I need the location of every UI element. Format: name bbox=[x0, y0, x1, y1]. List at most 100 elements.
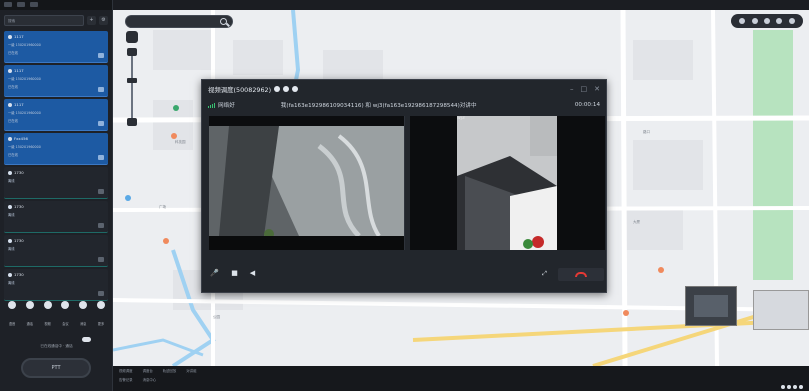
contact-item[interactable]: Fxx456 一级 150201960000 已在线 bbox=[4, 133, 108, 165]
contact-sidebar: 搜索 + ⚙ 1117 一级 150201960000 已在线 1117 一级 1502… bbox=[0, 0, 113, 391]
tray-icon[interactable] bbox=[799, 385, 803, 389]
map-poi-icon[interactable] bbox=[173, 105, 179, 111]
contact-action-icon[interactable] bbox=[98, 87, 104, 92]
contact-action-icon[interactable] bbox=[98, 223, 104, 228]
contact-item[interactable]: 1730 离线 bbox=[4, 167, 108, 199]
phone-icon[interactable] bbox=[274, 86, 281, 92]
maximize-icon[interactable]: □ bbox=[581, 85, 588, 93]
people-icon[interactable] bbox=[283, 86, 290, 92]
contact-action-icon[interactable] bbox=[98, 291, 104, 296]
contact-name: 1730 bbox=[14, 170, 24, 175]
mode-toggle[interactable] bbox=[82, 327, 108, 342]
contact-detail: 离线 bbox=[8, 281, 15, 285]
contact-name-row: 1117 bbox=[8, 68, 104, 73]
contact-item[interactable]: 1117 一级 150201960000 已在线 bbox=[4, 31, 108, 63]
add-contact-icon[interactable]: + bbox=[87, 16, 96, 25]
map-poi-icon[interactable] bbox=[125, 195, 131, 201]
minimap[interactable] bbox=[753, 290, 809, 330]
contact-item[interactable]: 1117 一级 150201960000 已在线 bbox=[4, 65, 108, 97]
contact-action-icon[interactable] bbox=[98, 257, 104, 262]
video-icon bbox=[43, 301, 52, 309]
dialog-titlebar: 视频调度(50082962) – □ ✕ bbox=[202, 80, 606, 98]
close-icon[interactable]: ✕ bbox=[594, 85, 600, 93]
bottom-item[interactable]: 告警记录 bbox=[119, 377, 133, 382]
meeting-button[interactable]: 会议 bbox=[57, 300, 73, 326]
contact-name: 1730 bbox=[14, 204, 24, 209]
contact-search: 搜索 + ⚙ bbox=[4, 14, 108, 27]
ptt-button[interactable]: PTT bbox=[21, 358, 91, 378]
hangup-icon bbox=[575, 272, 587, 277]
tray-icon[interactable] bbox=[781, 385, 785, 389]
user-icon bbox=[8, 102, 12, 107]
contact-name-row: 1730 bbox=[8, 272, 104, 277]
list-icon[interactable] bbox=[30, 2, 38, 7]
contact-action-icon[interactable] bbox=[98, 189, 104, 194]
action-label: 视频 bbox=[44, 322, 51, 326]
bottom-item[interactable]: 对讲组 bbox=[186, 368, 196, 373]
ruler-icon[interactable] bbox=[751, 18, 758, 24]
message-icon bbox=[79, 301, 88, 309]
settings-icon[interactable]: ⚙ bbox=[99, 16, 108, 25]
zoom-slider[interactable] bbox=[127, 48, 137, 126]
bottom-item[interactable]: 消息中心 bbox=[143, 377, 157, 382]
call-button[interactable]: 通话 bbox=[22, 300, 38, 326]
contact-search-input[interactable]: 搜索 bbox=[4, 15, 84, 26]
meeting-icon bbox=[61, 301, 70, 309]
tray-icon[interactable] bbox=[787, 385, 791, 389]
contact-detail: 一级 150201960000 bbox=[8, 77, 41, 81]
zoom-handle[interactable] bbox=[127, 78, 137, 83]
chat-icon[interactable] bbox=[292, 86, 299, 92]
microphone-icon bbox=[8, 301, 16, 309]
home-icon[interactable] bbox=[17, 2, 25, 7]
contact-detail: 离线 bbox=[8, 247, 15, 251]
map-poi-icon[interactable] bbox=[171, 133, 177, 139]
draw-icon[interactable] bbox=[763, 18, 770, 24]
menu-icon[interactable] bbox=[4, 2, 12, 7]
contact-name-row: Fxx456 bbox=[8, 136, 104, 141]
message-button[interactable]: 消息 bbox=[75, 300, 91, 326]
map-poi-icon[interactable] bbox=[163, 238, 169, 244]
map-search-input[interactable] bbox=[125, 15, 233, 28]
minimize-icon[interactable]: – bbox=[570, 85, 574, 93]
zoom-in-button[interactable] bbox=[127, 48, 137, 56]
more-button[interactable]: 更多 bbox=[93, 300, 109, 326]
user-icon bbox=[8, 238, 12, 243]
contact-action-icon[interactable] bbox=[98, 53, 104, 58]
hangup-button[interactable] bbox=[558, 268, 604, 281]
video-button[interactable]: 视频 bbox=[40, 300, 56, 326]
remote-video[interactable]: wj3 bbox=[410, 116, 605, 250]
bottom-item[interactable]: 视频调度 bbox=[119, 368, 133, 373]
contact-detail: 一级 150201960000 bbox=[8, 43, 41, 47]
voice-button[interactable]: 语音 bbox=[4, 300, 20, 326]
zoom-out-button[interactable] bbox=[127, 118, 137, 126]
speaker-icon[interactable]: ◀ bbox=[248, 269, 257, 278]
call-info: 我(fa163e192986109034116) 和 wj3(fa163e192… bbox=[280, 103, 477, 109]
bottom-item[interactable]: 调度台 bbox=[143, 368, 153, 373]
layer-button[interactable] bbox=[126, 31, 138, 43]
map-info-popup[interactable] bbox=[685, 286, 737, 326]
local-video[interactable] bbox=[209, 116, 405, 250]
layers-icon[interactable] bbox=[788, 18, 795, 24]
microphone-icon[interactable]: 🎤 bbox=[210, 269, 219, 278]
fullscreen-icon[interactable]: ⤢ bbox=[540, 269, 549, 278]
toggle-icon bbox=[82, 337, 91, 342]
camera-icon[interactable]: ■ bbox=[230, 269, 239, 278]
tray-icon[interactable] bbox=[793, 385, 797, 389]
contact-action-icon[interactable] bbox=[98, 121, 104, 126]
fullscreen-icon[interactable] bbox=[776, 18, 783, 24]
contact-item[interactable]: 1117 一级 150201960000 已在线 bbox=[4, 99, 108, 131]
contact-item[interactable]: 1730 离线 bbox=[4, 235, 108, 267]
contact-name: Fxx456 bbox=[14, 136, 28, 141]
bottom-item[interactable]: 轨迹回放 bbox=[163, 368, 177, 373]
user-icon bbox=[8, 170, 12, 175]
video-area: wj3 bbox=[209, 116, 605, 250]
contact-item[interactable]: 1730 离线 bbox=[4, 269, 108, 301]
contact-status: 已在线 bbox=[8, 85, 18, 89]
contact-detail: 一级 150201960000 bbox=[8, 111, 41, 115]
map-poi-icon[interactable] bbox=[658, 267, 664, 273]
contact-action-icon[interactable] bbox=[98, 155, 104, 160]
map-poi-icon[interactable] bbox=[623, 310, 629, 316]
network-quality: 网络好 bbox=[218, 103, 235, 109]
contact-item[interactable]: 1730 离线 bbox=[4, 201, 108, 233]
locate-icon[interactable] bbox=[739, 18, 746, 24]
